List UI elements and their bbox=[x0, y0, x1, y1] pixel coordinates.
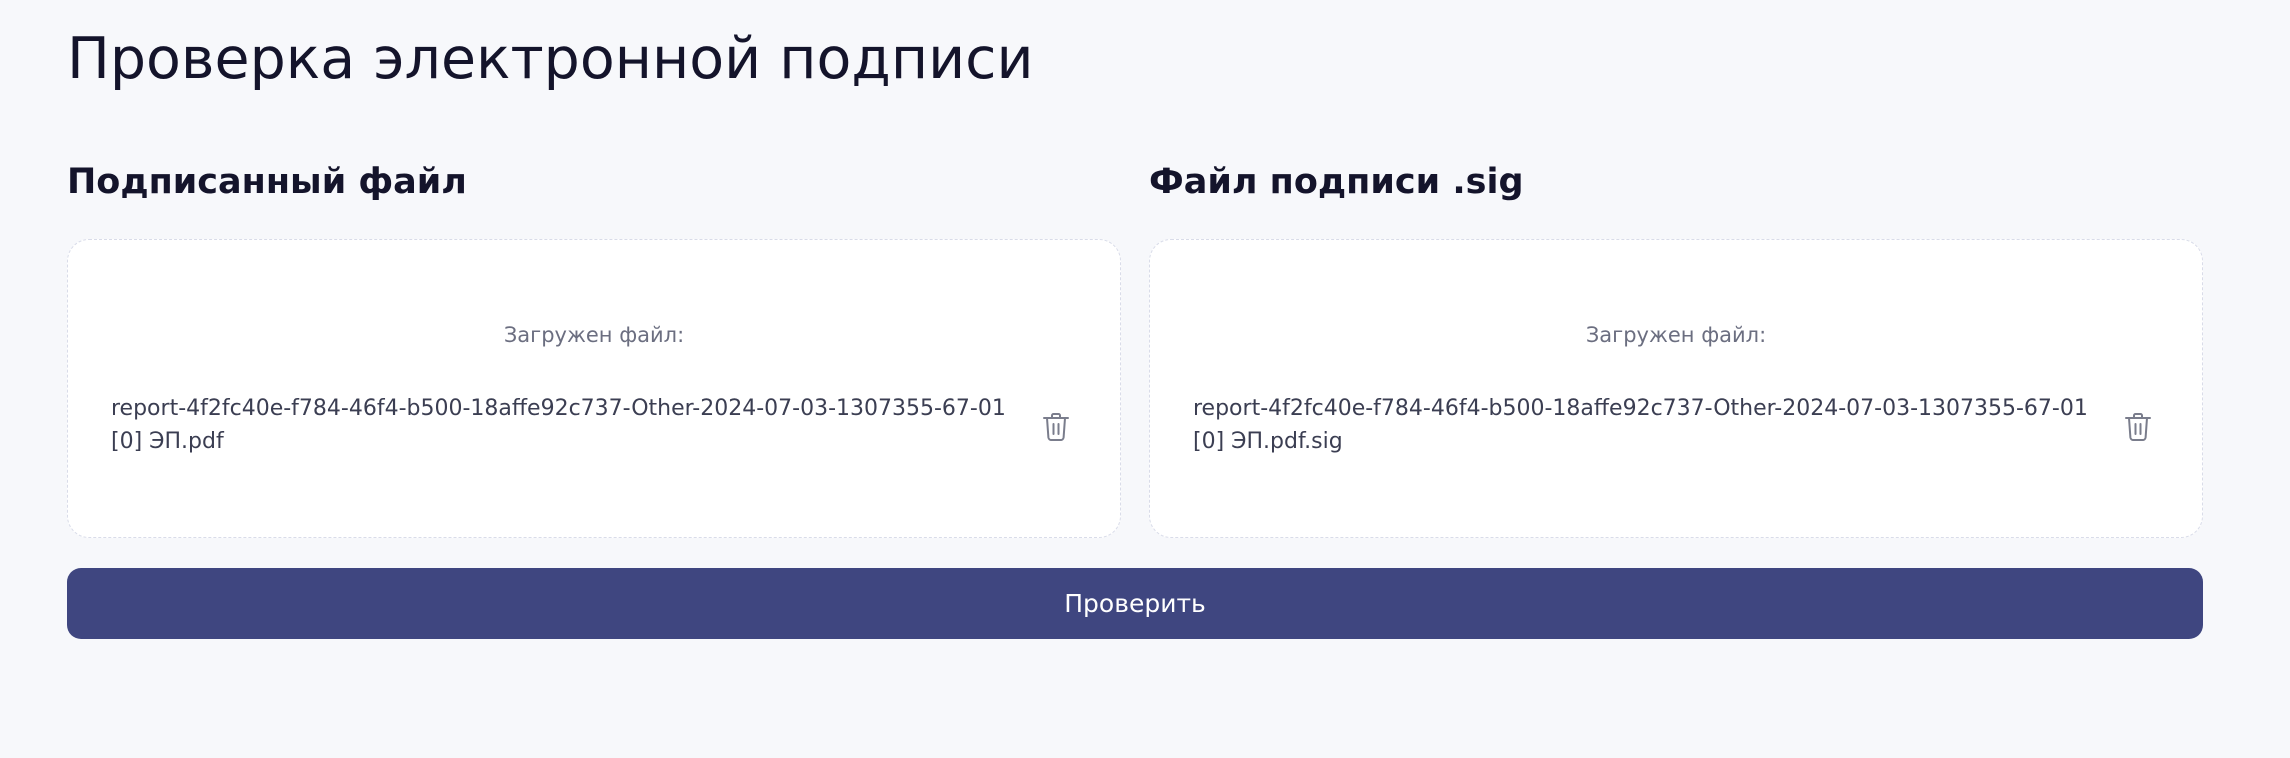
signature-file-delete-button[interactable] bbox=[2118, 407, 2158, 447]
signature-file-dropzone[interactable]: Загружен файл: report-4f2fc40e-f784-46f4… bbox=[1149, 239, 2203, 538]
signature-file-section: Файл подписи .sig Загружен файл: report-… bbox=[1149, 154, 2203, 538]
signed-file-title: Подписанный файл bbox=[67, 162, 467, 202]
signed-file-row: report-4f2fc40e-f784-46f4-b500-18affe92c… bbox=[111, 392, 1081, 462]
signature-file-name: report-4f2fc40e-f784-46f4-b500-18affe92c… bbox=[1193, 396, 2088, 454]
signature-file-loaded-label: Загружен файл: bbox=[1585, 323, 1767, 347]
signed-file-loaded-label: Загружен файл: bbox=[503, 323, 685, 347]
check-button[interactable]: Проверить bbox=[67, 568, 2203, 639]
signature-file-row: report-4f2fc40e-f784-46f4-b500-18affe92c… bbox=[1193, 392, 2163, 462]
trash-icon bbox=[2125, 413, 2151, 441]
signed-file-section: Подписанный файл Загружен файл: report-4… bbox=[67, 154, 1121, 538]
signed-file-name: report-4f2fc40e-f784-46f4-b500-18affe92c… bbox=[111, 396, 1006, 454]
trash-icon bbox=[1043, 413, 1069, 441]
page-title: Проверка электронной подписи bbox=[67, 26, 1034, 92]
signed-file-delete-button[interactable] bbox=[1036, 407, 1076, 447]
signature-file-title: Файл подписи .sig bbox=[1149, 162, 1524, 202]
signed-file-dropzone[interactable]: Загружен файл: report-4f2fc40e-f784-46f4… bbox=[67, 239, 1121, 538]
